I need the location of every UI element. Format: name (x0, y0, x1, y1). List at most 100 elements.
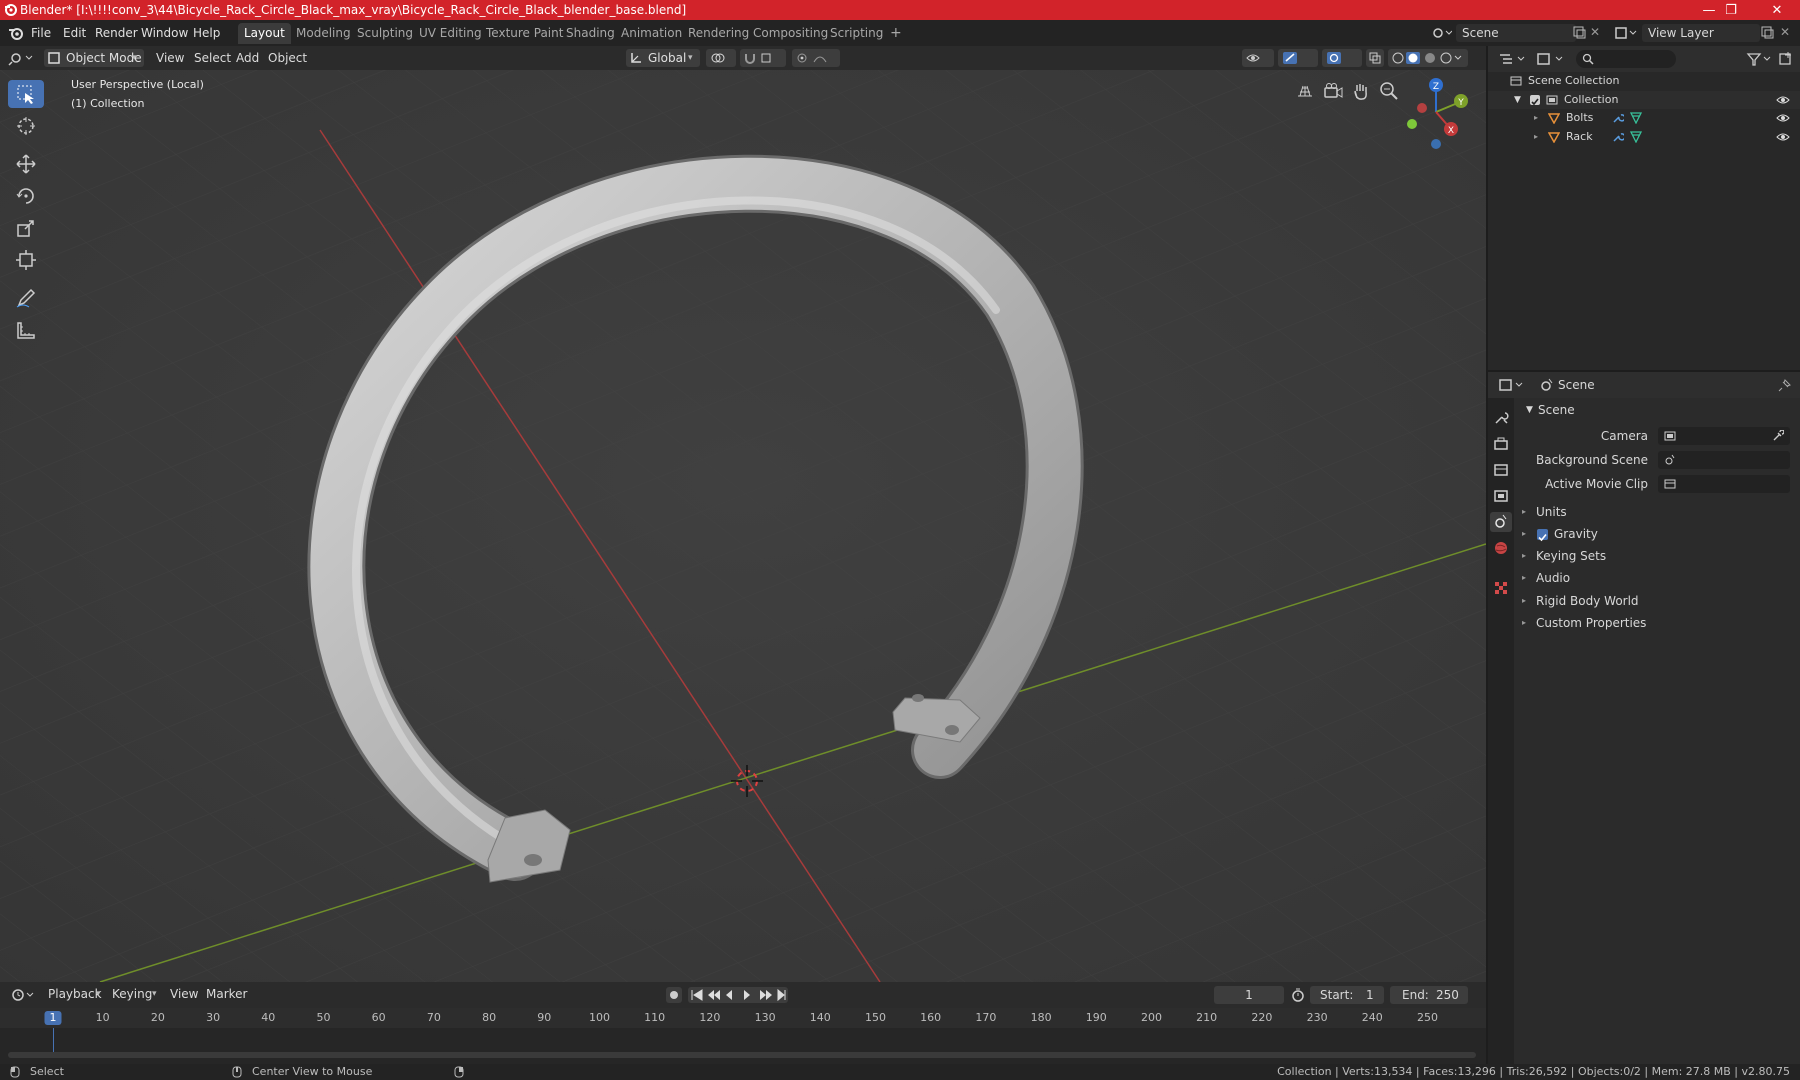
annotate-tool[interactable] (8, 284, 44, 312)
pivot-point-dropdown[interactable] (706, 49, 736, 67)
tab-sculpting[interactable]: Sculpting (351, 23, 419, 44)
visibility-eye-icon[interactable] (1776, 112, 1790, 124)
rotate-tool[interactable] (8, 182, 44, 210)
tab-uv-editing[interactable]: UV Editing (413, 23, 488, 44)
snapping-toggle[interactable] (740, 49, 786, 67)
outliner-row-bolts[interactable]: ▸ Bolts (1488, 109, 1800, 127)
viewport-menu-view[interactable]: View (152, 49, 188, 67)
close-button[interactable]: ✕ (1754, 0, 1800, 20)
tab-render-icon[interactable] (1493, 436, 1509, 452)
menu-help[interactable]: Help (189, 24, 224, 42)
units-panel[interactable]: ▸ Units (1516, 502, 1800, 522)
outliner-row-collection-content[interactable]: Collection (1488, 91, 1800, 109)
menu-edit[interactable]: Edit (59, 24, 90, 42)
outliner-search-input[interactable] (1576, 50, 1676, 68)
blender-menu-icon[interactable] (8, 25, 24, 41)
3d-viewport[interactable]: User Perspective (Local) (1) Collection … (0, 70, 1486, 982)
proportional-edit-toggle[interactable] (792, 49, 840, 67)
pin-icon[interactable] (1778, 378, 1792, 392)
tab-rendering[interactable]: Rendering (682, 23, 755, 44)
tab-compositing[interactable]: Compositing (747, 23, 834, 44)
gravity-checkbox[interactable] (1537, 529, 1548, 542)
audio-panel[interactable]: ▸ Audio (1516, 568, 1800, 588)
grid-view-icon[interactable] (1294, 80, 1316, 102)
scene-section-header[interactable]: ▼ Scene (1516, 398, 1800, 422)
timeline-menu-view[interactable]: View (166, 985, 202, 1003)
timeline-menu-marker[interactable]: Marker (202, 985, 251, 1003)
active-movie-clip-field[interactable] (1658, 475, 1790, 493)
collection-checkbox[interactable] (1530, 95, 1540, 106)
expand-triangle-icon[interactable]: ▸ (1534, 109, 1538, 127)
scene-name-field[interactable]: Scene (1456, 24, 1576, 42)
tab-shading[interactable]: Shading (560, 23, 621, 44)
display-mode-icon[interactable] (1536, 51, 1566, 67)
camera-field[interactable] (1658, 427, 1790, 445)
transform-orientation-dropdown[interactable]: Global ▾ (626, 49, 700, 67)
new-scene-icon[interactable] (1572, 25, 1586, 39)
current-frame-field[interactable]: 1 (1214, 986, 1284, 1004)
eyedropper-icon[interactable] (1772, 430, 1784, 442)
delete-view-layer-icon[interactable]: ✕ (1780, 25, 1792, 39)
new-view-layer-icon[interactable] (1760, 25, 1774, 39)
tab-view-layer-icon[interactable] (1493, 488, 1509, 504)
camera-view-icon[interactable] (1322, 80, 1344, 102)
tab-texture-icon[interactable] (1493, 580, 1509, 596)
tab-tool-icon[interactable] (1493, 410, 1509, 426)
tab-layout[interactable]: Layout (238, 23, 291, 44)
start-frame-field[interactable]: Start: 1 (1310, 986, 1384, 1004)
transform-tool[interactable] (8, 246, 44, 274)
background-scene-field[interactable] (1658, 451, 1790, 469)
modifier-wrench-icon[interactable] (1612, 112, 1626, 124)
select-box-tool[interactable] (8, 80, 44, 108)
gravity-panel[interactable]: ▸ Gravity (1516, 524, 1800, 544)
modifier-wrench-icon[interactable] (1612, 131, 1626, 143)
visibility-eye-icon[interactable] (1776, 131, 1790, 143)
new-collection-icon[interactable] (1778, 51, 1794, 67)
rigid-body-world-panel[interactable]: ▸ Rigid Body World (1516, 591, 1800, 611)
maximize-button[interactable]: ❐ (1708, 0, 1754, 20)
timeline-menu-keying[interactable]: Keying (108, 985, 156, 1003)
measure-tool[interactable] (8, 316, 44, 344)
timeline-track-area[interactable] (0, 1028, 1486, 1052)
tab-world-icon[interactable] (1493, 540, 1509, 556)
object-mode-dropdown[interactable]: Object Mode ▾ (44, 49, 144, 67)
navigation-gizmo[interactable]: Z Y X (1396, 72, 1486, 152)
view-layer-browse-icon[interactable] (1614, 24, 1640, 42)
tab-texture-paint[interactable]: Texture Paint (480, 23, 569, 44)
filter-icon[interactable] (1746, 51, 1774, 67)
viewport-menu-select[interactable]: Select (190, 49, 235, 67)
xray-toggle[interactable] (1366, 49, 1384, 67)
cursor-tool[interactable] (8, 112, 44, 140)
outliner-row-rack[interactable]: ▸ Rack (1488, 128, 1800, 146)
playback-controls[interactable] (688, 987, 788, 1003)
stopwatch-icon[interactable] (1290, 987, 1306, 1003)
delete-scene-icon[interactable]: ✕ (1590, 25, 1602, 39)
shading-mode-group[interactable] (1388, 49, 1468, 67)
menu-file[interactable]: File (27, 24, 55, 42)
mesh-data-icon[interactable] (1629, 131, 1643, 144)
tab-output-icon[interactable] (1493, 462, 1509, 478)
menu-window[interactable]: Window (137, 24, 192, 42)
tab-scene-icon[interactable] (1490, 512, 1512, 532)
tab-modeling[interactable]: Modeling (290, 23, 357, 44)
viewport-menu-add[interactable]: Add (232, 49, 263, 67)
record-button[interactable] (666, 987, 682, 1003)
outliner-editor-type-icon[interactable] (1498, 51, 1528, 67)
menu-render[interactable]: Render (91, 24, 142, 42)
view-layer-name-field[interactable]: View Layer (1642, 24, 1760, 42)
visibility-eye-icon[interactable] (1776, 94, 1790, 106)
pan-hand-icon[interactable] (1350, 80, 1372, 102)
tab-scripting[interactable]: Scripting (824, 23, 889, 44)
move-tool[interactable] (8, 150, 44, 178)
editor-type-icon[interactable] (8, 50, 36, 66)
overlays-toggle[interactable] (1322, 49, 1362, 67)
end-frame-field[interactable]: End: 250 (1390, 986, 1468, 1004)
scene-browse-icon[interactable] (1430, 24, 1453, 42)
expand-triangle-icon[interactable]: ▸ (1534, 128, 1538, 146)
properties-editor-type-icon[interactable] (1498, 377, 1526, 393)
keying-sets-panel[interactable]: ▸ Keying Sets (1516, 546, 1800, 566)
viewport-menu-object[interactable]: Object (264, 49, 311, 67)
object-visibility-dropdown[interactable] (1242, 49, 1274, 67)
scale-tool[interactable] (8, 214, 44, 242)
mesh-data-icon[interactable] (1629, 112, 1643, 125)
